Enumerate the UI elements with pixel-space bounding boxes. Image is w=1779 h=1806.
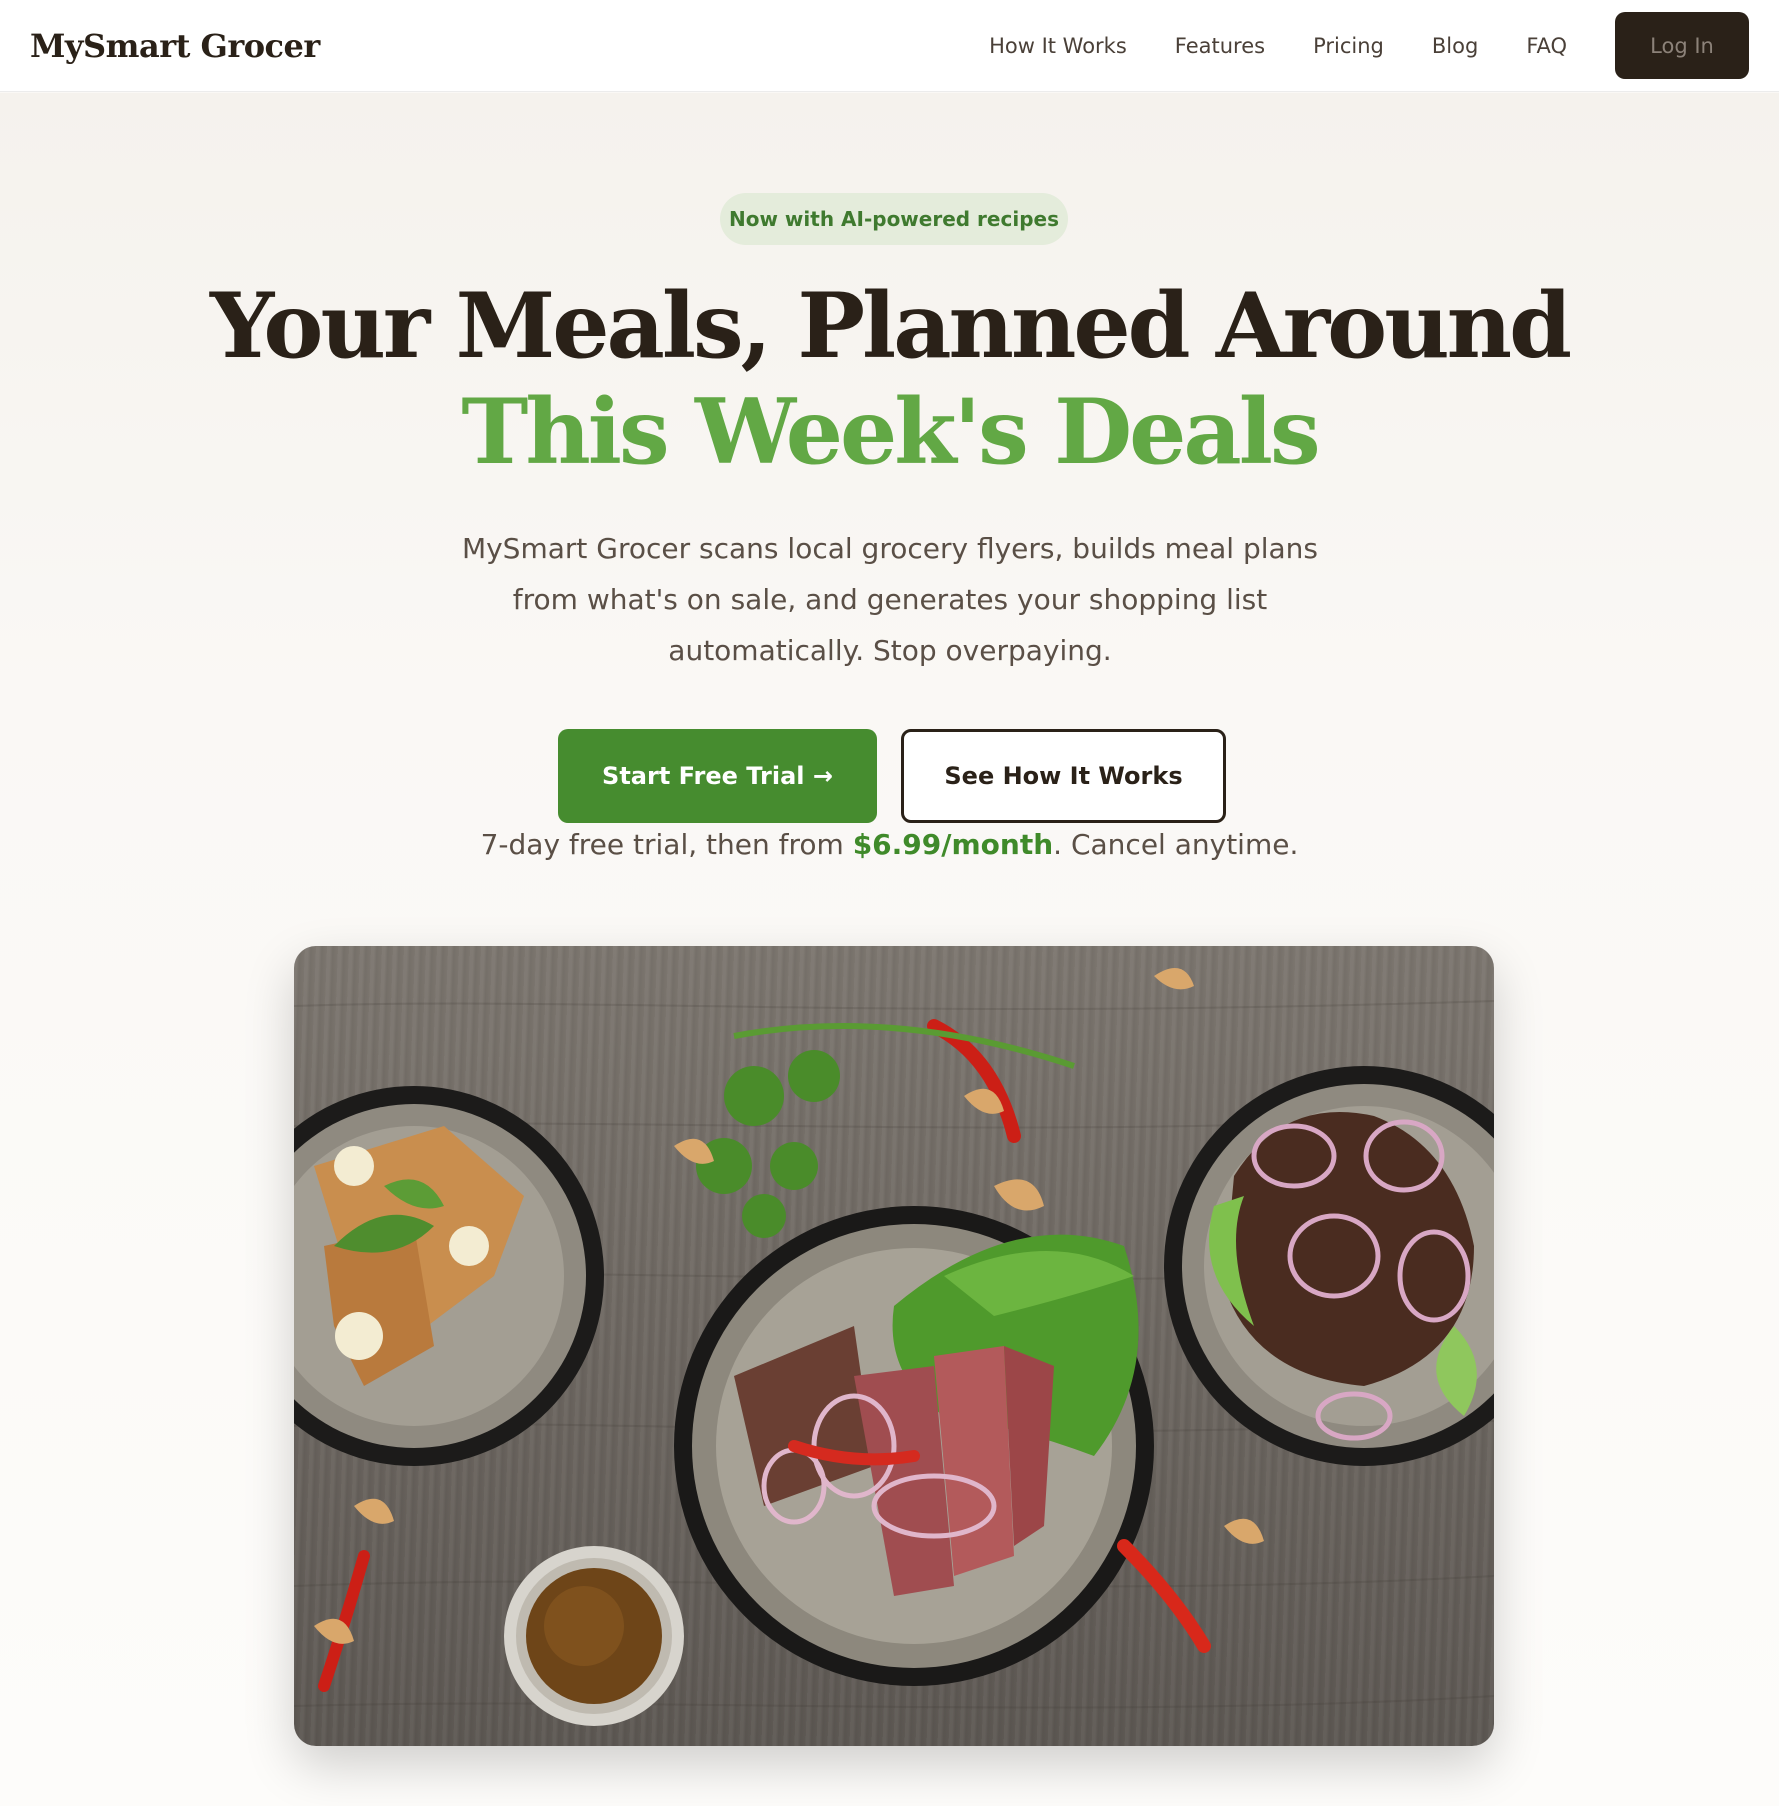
headline-line-2: This Week's Deals [461,379,1320,485]
hero-headline: Your Meals, Planned Around This Week's D… [0,273,1779,485]
login-button[interactable]: Log In [1615,12,1749,79]
left-bowl [294,1086,604,1466]
ai-recipes-badge: Now with AI-powered recipes [720,193,1068,245]
nav-link-pricing[interactable]: Pricing [1313,34,1384,58]
hero-subtitle: MySmart Grocer scans local grocery flyer… [461,532,1319,667]
nav-link-features[interactable]: Features [1175,34,1265,58]
center-bowl [674,1206,1154,1686]
nav-link-how-it-works[interactable]: How It Works [989,34,1127,58]
start-free-trial-button[interactable]: Start Free Trial → [558,729,877,823]
hero-section: Now with AI-powered recipes Your Meals, … [0,93,1779,1806]
trial-price: $6.99/month [852,828,1054,861]
food-illustration [294,968,1494,1726]
sauce-bowl [504,1546,684,1726]
brand-logo[interactable]: MySmart Grocer [30,27,320,65]
see-how-it-works-button[interactable]: See How It Works [901,729,1226,823]
trial-note: 7-day free trial, then from $6.99/month.… [0,828,1779,861]
trial-note-suffix: . Cancel anytime. [1053,828,1299,861]
trial-note-prefix: 7-day free trial, then from [480,828,853,861]
main-nav: How It Works Features Pricing Blog FAQ L… [989,12,1749,79]
headline-line-1: Your Meals, Planned Around [209,273,1572,379]
nav-link-faq[interactable]: FAQ [1526,34,1567,58]
site-header: MySmart Grocer How It Works Features Pri… [0,0,1779,92]
hero-food-image [294,946,1494,1746]
cta-row: Start Free Trial → See How It Works [558,729,1226,823]
nav-link-blog[interactable]: Blog [1432,34,1478,58]
